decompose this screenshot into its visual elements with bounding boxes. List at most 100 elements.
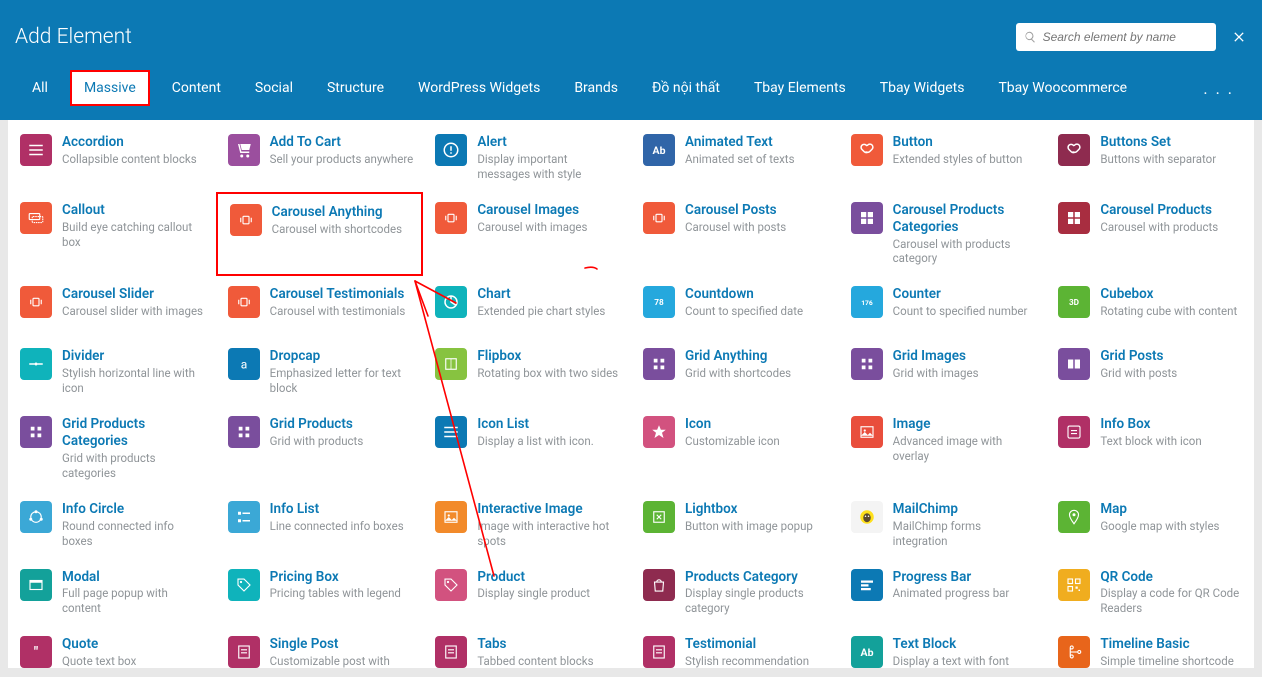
element-timeline-basic[interactable]: Timeline BasicSimple timeline shortcode: [1046, 626, 1254, 668]
element-title: Single Post: [270, 636, 414, 653]
grid-icon: [1058, 202, 1090, 234]
element-carousel-products-categories[interactable]: Carousel Products CategoriesCarousel wit…: [839, 192, 1047, 277]
tab-content[interactable]: Content: [160, 72, 233, 104]
element-carousel-products[interactable]: Carousel ProductsCarousel with products: [1046, 192, 1254, 277]
element-text-block[interactable]: AbText BlockDisplay a text with font for…: [839, 626, 1047, 668]
tab-tbay-elements[interactable]: Tbay Elements: [742, 72, 858, 104]
element-grid-images[interactable]: Grid ImagesGrid with images: [839, 338, 1047, 406]
content-scroll[interactable]: AccordionCollapsible content blocksAdd T…: [8, 120, 1254, 668]
more-tabs-button[interactable]: . . .: [1195, 79, 1242, 98]
element-accordion[interactable]: AccordionCollapsible content blocks: [8, 124, 216, 192]
tab-structure[interactable]: Structure: [315, 72, 396, 104]
element-pricing-box[interactable]: Pricing BoxPricing tables with legend: [216, 559, 424, 627]
tab-social[interactable]: Social: [243, 72, 305, 104]
tab-tbay-woocommerce[interactable]: Tbay Woocommerce: [986, 72, 1139, 104]
element-icon[interactable]: IconCustomizable icon: [631, 406, 839, 491]
element-interactive-image[interactable]: Interactive ImageImage with interactive …: [423, 491, 631, 559]
element-progress-bar[interactable]: Progress BarAnimated progress bar: [839, 559, 1047, 627]
element-grid-products-categories[interactable]: Grid Products CategoriesGrid with produc…: [8, 406, 216, 491]
element-title: Progress Bar: [893, 569, 1037, 586]
element-desc: Tabbed content blocks: [477, 654, 621, 668]
element-desc: Pricing tables with legend: [270, 586, 414, 601]
element-title: Icon: [685, 416, 829, 433]
tab-tbay-widgets[interactable]: Tbay Widgets: [868, 72, 977, 104]
tab-wordpress-widgets[interactable]: WordPress Widgets: [406, 72, 552, 104]
element-desc: Carousel with testimonials: [270, 304, 414, 319]
element-map[interactable]: MapGoogle map with styles: [1046, 491, 1254, 559]
element-modal[interactable]: ModalFull page popup with content: [8, 559, 216, 627]
element-carousel-testimonials[interactable]: Carousel TestimonialsCarousel with testi…: [216, 276, 424, 338]
search-box[interactable]: [1016, 23, 1216, 51]
element-desc: Display single product: [477, 586, 621, 601]
element-mailchimp[interactable]: MailChimpMailChimp forms integration: [839, 491, 1047, 559]
element-title: Lightbox: [685, 501, 829, 518]
element-carousel-images[interactable]: Carousel ImagesCarousel with images: [423, 192, 631, 277]
element-animated-text[interactable]: AbAnimated TextAnimated set of texts: [631, 124, 839, 192]
element-grid-products[interactable]: Grid ProductsGrid with products: [216, 406, 424, 491]
element-buttons-set[interactable]: Buttons SetButtons with separator: [1046, 124, 1254, 192]
element-grid-posts[interactable]: Grid PostsGrid with posts: [1046, 338, 1254, 406]
svg-text:Ab: Ab: [653, 144, 666, 157]
element-grid-anything[interactable]: Grid AnythingGrid with shortcodes: [631, 338, 839, 406]
element-product[interactable]: ProductDisplay single product: [423, 559, 631, 627]
element-title: Modal: [62, 569, 206, 586]
element-info-list[interactable]: Info ListLine connected info boxes: [216, 491, 424, 559]
grid2-icon: [1058, 348, 1090, 380]
element-desc: Full page popup with content: [62, 586, 206, 616]
element-title: Add To Cart: [270, 134, 414, 151]
element-desc: Animated set of texts: [685, 152, 829, 167]
element-icon-list[interactable]: Icon ListDisplay a list with icon.: [423, 406, 631, 491]
element-title: Carousel Anything: [272, 204, 412, 221]
element-divider[interactable]: DividerStylish horizontal line with icon: [8, 338, 216, 406]
element-alert[interactable]: AlertDisplay important messages with sty…: [423, 124, 631, 192]
element-callout[interactable]: CalloutBuild eye catching callout box: [8, 192, 216, 277]
tab-đồ-nội-thất[interactable]: Đồ nội thất: [640, 72, 732, 104]
close-button[interactable]: [1231, 29, 1247, 45]
element-carousel-slider[interactable]: Carousel SliderCarousel slider with imag…: [8, 276, 216, 338]
element-countdown[interactable]: 78CountdownCount to specified date: [631, 276, 839, 338]
element-qr-code[interactable]: QR CodeDisplay a code for QR Code Reader…: [1046, 559, 1254, 627]
post-icon: [228, 636, 260, 668]
search-input[interactable]: [1043, 30, 1208, 44]
element-add-to-cart[interactable]: Add To CartSell your products anywhere: [216, 124, 424, 192]
letter-a-icon: a: [228, 348, 260, 380]
element-desc: Grid with products categories: [62, 451, 206, 481]
flip-icon: [435, 348, 467, 380]
tab-brands[interactable]: Brands: [562, 72, 630, 104]
timeline-icon: [1058, 636, 1090, 668]
element-single-post[interactable]: Single PostCustomizable post with many s…: [216, 626, 424, 668]
element-info-box[interactable]: Info BoxText block with icon: [1046, 406, 1254, 491]
element-tabs[interactable]: TabsTabbed content blocks: [423, 626, 631, 668]
num176-icon: 176: [851, 286, 883, 318]
element-counter[interactable]: 176CounterCount to specified number: [839, 276, 1047, 338]
element-title: Products Category: [685, 569, 829, 586]
num78-icon: 78: [643, 286, 675, 318]
page-title: Add Element: [15, 25, 1016, 49]
element-flipbox[interactable]: FlipboxRotating box with two sides: [423, 338, 631, 406]
element-testimonial[interactable]: TestimonialStylish recommendation box: [631, 626, 839, 668]
elements-grid: AccordionCollapsible content blocksAdd T…: [8, 120, 1254, 668]
tab-massive[interactable]: Massive: [70, 70, 150, 106]
element-info-circle[interactable]: Info CircleRound connected info boxes: [8, 491, 216, 559]
element-desc: Count to specified date: [685, 304, 829, 319]
element-cubebox[interactable]: 3DCubeboxRotating cube with content: [1046, 276, 1254, 338]
element-carousel-anything[interactable]: Carousel AnythingCarousel with shortcode…: [216, 192, 424, 277]
element-desc: Image with interactive hot spots: [477, 519, 621, 549]
element-chart[interactable]: ChartExtended pie chart styles: [423, 276, 631, 338]
element-title: Carousel Testimonials: [270, 286, 414, 303]
element-title: Grid Posts: [1100, 348, 1244, 365]
modal-icon: [20, 569, 52, 601]
grid4-icon: [851, 348, 883, 380]
image-icon: [435, 501, 467, 533]
element-quote[interactable]: "QuoteQuote text box: [8, 626, 216, 668]
element-button[interactable]: ButtonExtended styles of button: [839, 124, 1047, 192]
element-products-category[interactable]: Products CategoryDisplay single products…: [631, 559, 839, 627]
tab-all[interactable]: All: [20, 72, 60, 104]
cube-icon: 3D: [1058, 286, 1090, 318]
element-desc: Carousel with posts: [685, 220, 829, 235]
element-carousel-posts[interactable]: Carousel PostsCarousel with posts: [631, 192, 839, 277]
element-lightbox[interactable]: LightboxButton with image popup: [631, 491, 839, 559]
element-image[interactable]: ImageAdvanced image with overlay: [839, 406, 1047, 491]
element-dropcap[interactable]: aDropcapEmphasized letter for text block: [216, 338, 424, 406]
element-title: Image: [893, 416, 1037, 433]
